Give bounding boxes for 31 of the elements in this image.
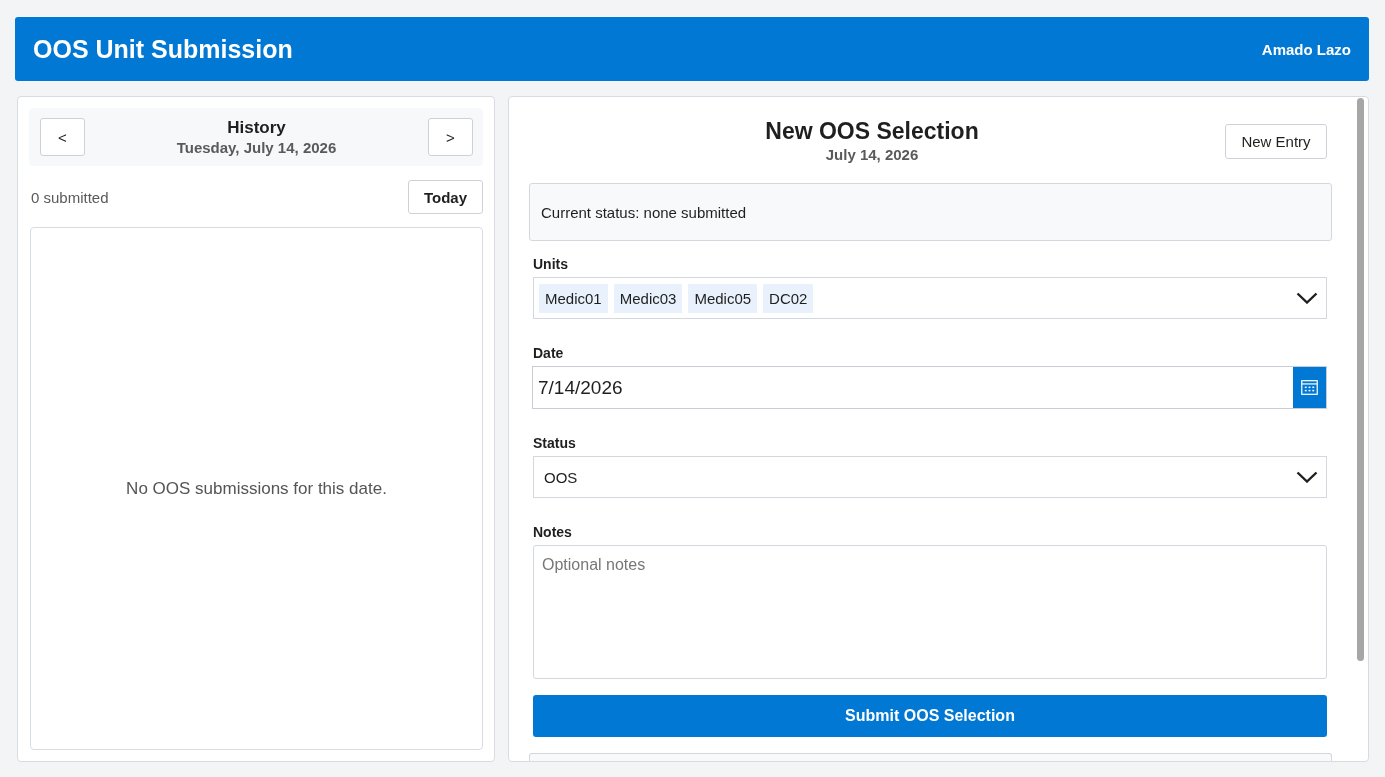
app-title: OOS Unit Submission <box>33 34 293 64</box>
units-select[interactable]: Medic01 Medic03 Medic05 DC02 <box>533 277 1327 319</box>
scrollbar[interactable] <box>1357 98 1364 661</box>
chevron-down-icon <box>1296 292 1318 304</box>
field-label: Date <box>533 344 565 363</box>
empty-message: No OOS submissions for this date. <box>126 478 387 499</box>
field-label: Notes <box>533 523 573 542</box>
previous-day-button[interactable]: < <box>40 118 85 156</box>
calendar-icon <box>1301 380 1318 395</box>
chevron-down-icon <box>1296 471 1318 483</box>
submitted-count: 0 submitted <box>31 188 109 206</box>
calendar-button[interactable] <box>1293 367 1326 408</box>
submit-button[interactable]: Submit OOS Selection <box>533 695 1327 737</box>
new-entry-button[interactable]: New Entry <box>1225 123 1327 159</box>
status-select[interactable]: OOS <box>533 456 1327 498</box>
form-title: New OOS Selection <box>765 117 979 145</box>
unit-tag: Medic05 <box>688 283 758 313</box>
date-field[interactable]: 7/14/2026 <box>532 366 1327 409</box>
history-date: Tuesday, July 14, 2026 <box>176 137 337 157</box>
history-title: History <box>227 117 286 138</box>
user-name: Amado Lazo <box>1261 40 1351 58</box>
next-day-button[interactable]: > <box>428 118 473 156</box>
today-button[interactable]: Today <box>408 180 483 214</box>
current-status: Current status: none submitted <box>541 203 747 221</box>
unit-tag: Medic01 <box>539 283 608 313</box>
field-label: Units <box>533 255 569 274</box>
field-label: Status <box>533 434 577 453</box>
form-date: July 14, 2026 <box>825 145 919 165</box>
notes-field[interactable]: Optional notes <box>533 545 1327 679</box>
unit-tag: Medic03 <box>613 283 683 313</box>
unit-tag: DC02 <box>763 283 814 313</box>
